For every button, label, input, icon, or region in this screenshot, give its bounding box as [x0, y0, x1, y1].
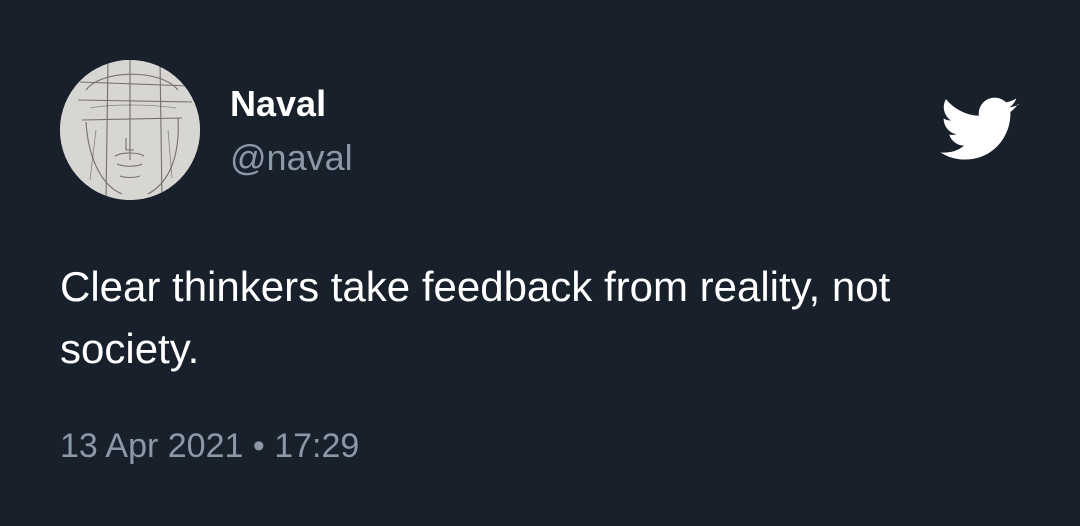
tweet-time: 17:29	[274, 427, 360, 465]
sketch-face-icon	[60, 60, 200, 200]
user-handle[interactable]: @naval	[230, 136, 353, 180]
tweet-timestamp[interactable]: 13 Apr 2021 • 17:29	[60, 424, 359, 468]
twitter-bird-icon	[940, 97, 1020, 163]
tweet-card: Naval @naval Clear thinkers take feedbac…	[0, 0, 1080, 526]
tweet-text: Clear thinkers take feedback from realit…	[60, 263, 891, 372]
display-name[interactable]: Naval	[230, 82, 326, 126]
timestamp-separator: •	[252, 427, 265, 465]
avatar[interactable]	[60, 60, 200, 200]
tweet-date: 13 Apr 2021	[60, 427, 244, 465]
